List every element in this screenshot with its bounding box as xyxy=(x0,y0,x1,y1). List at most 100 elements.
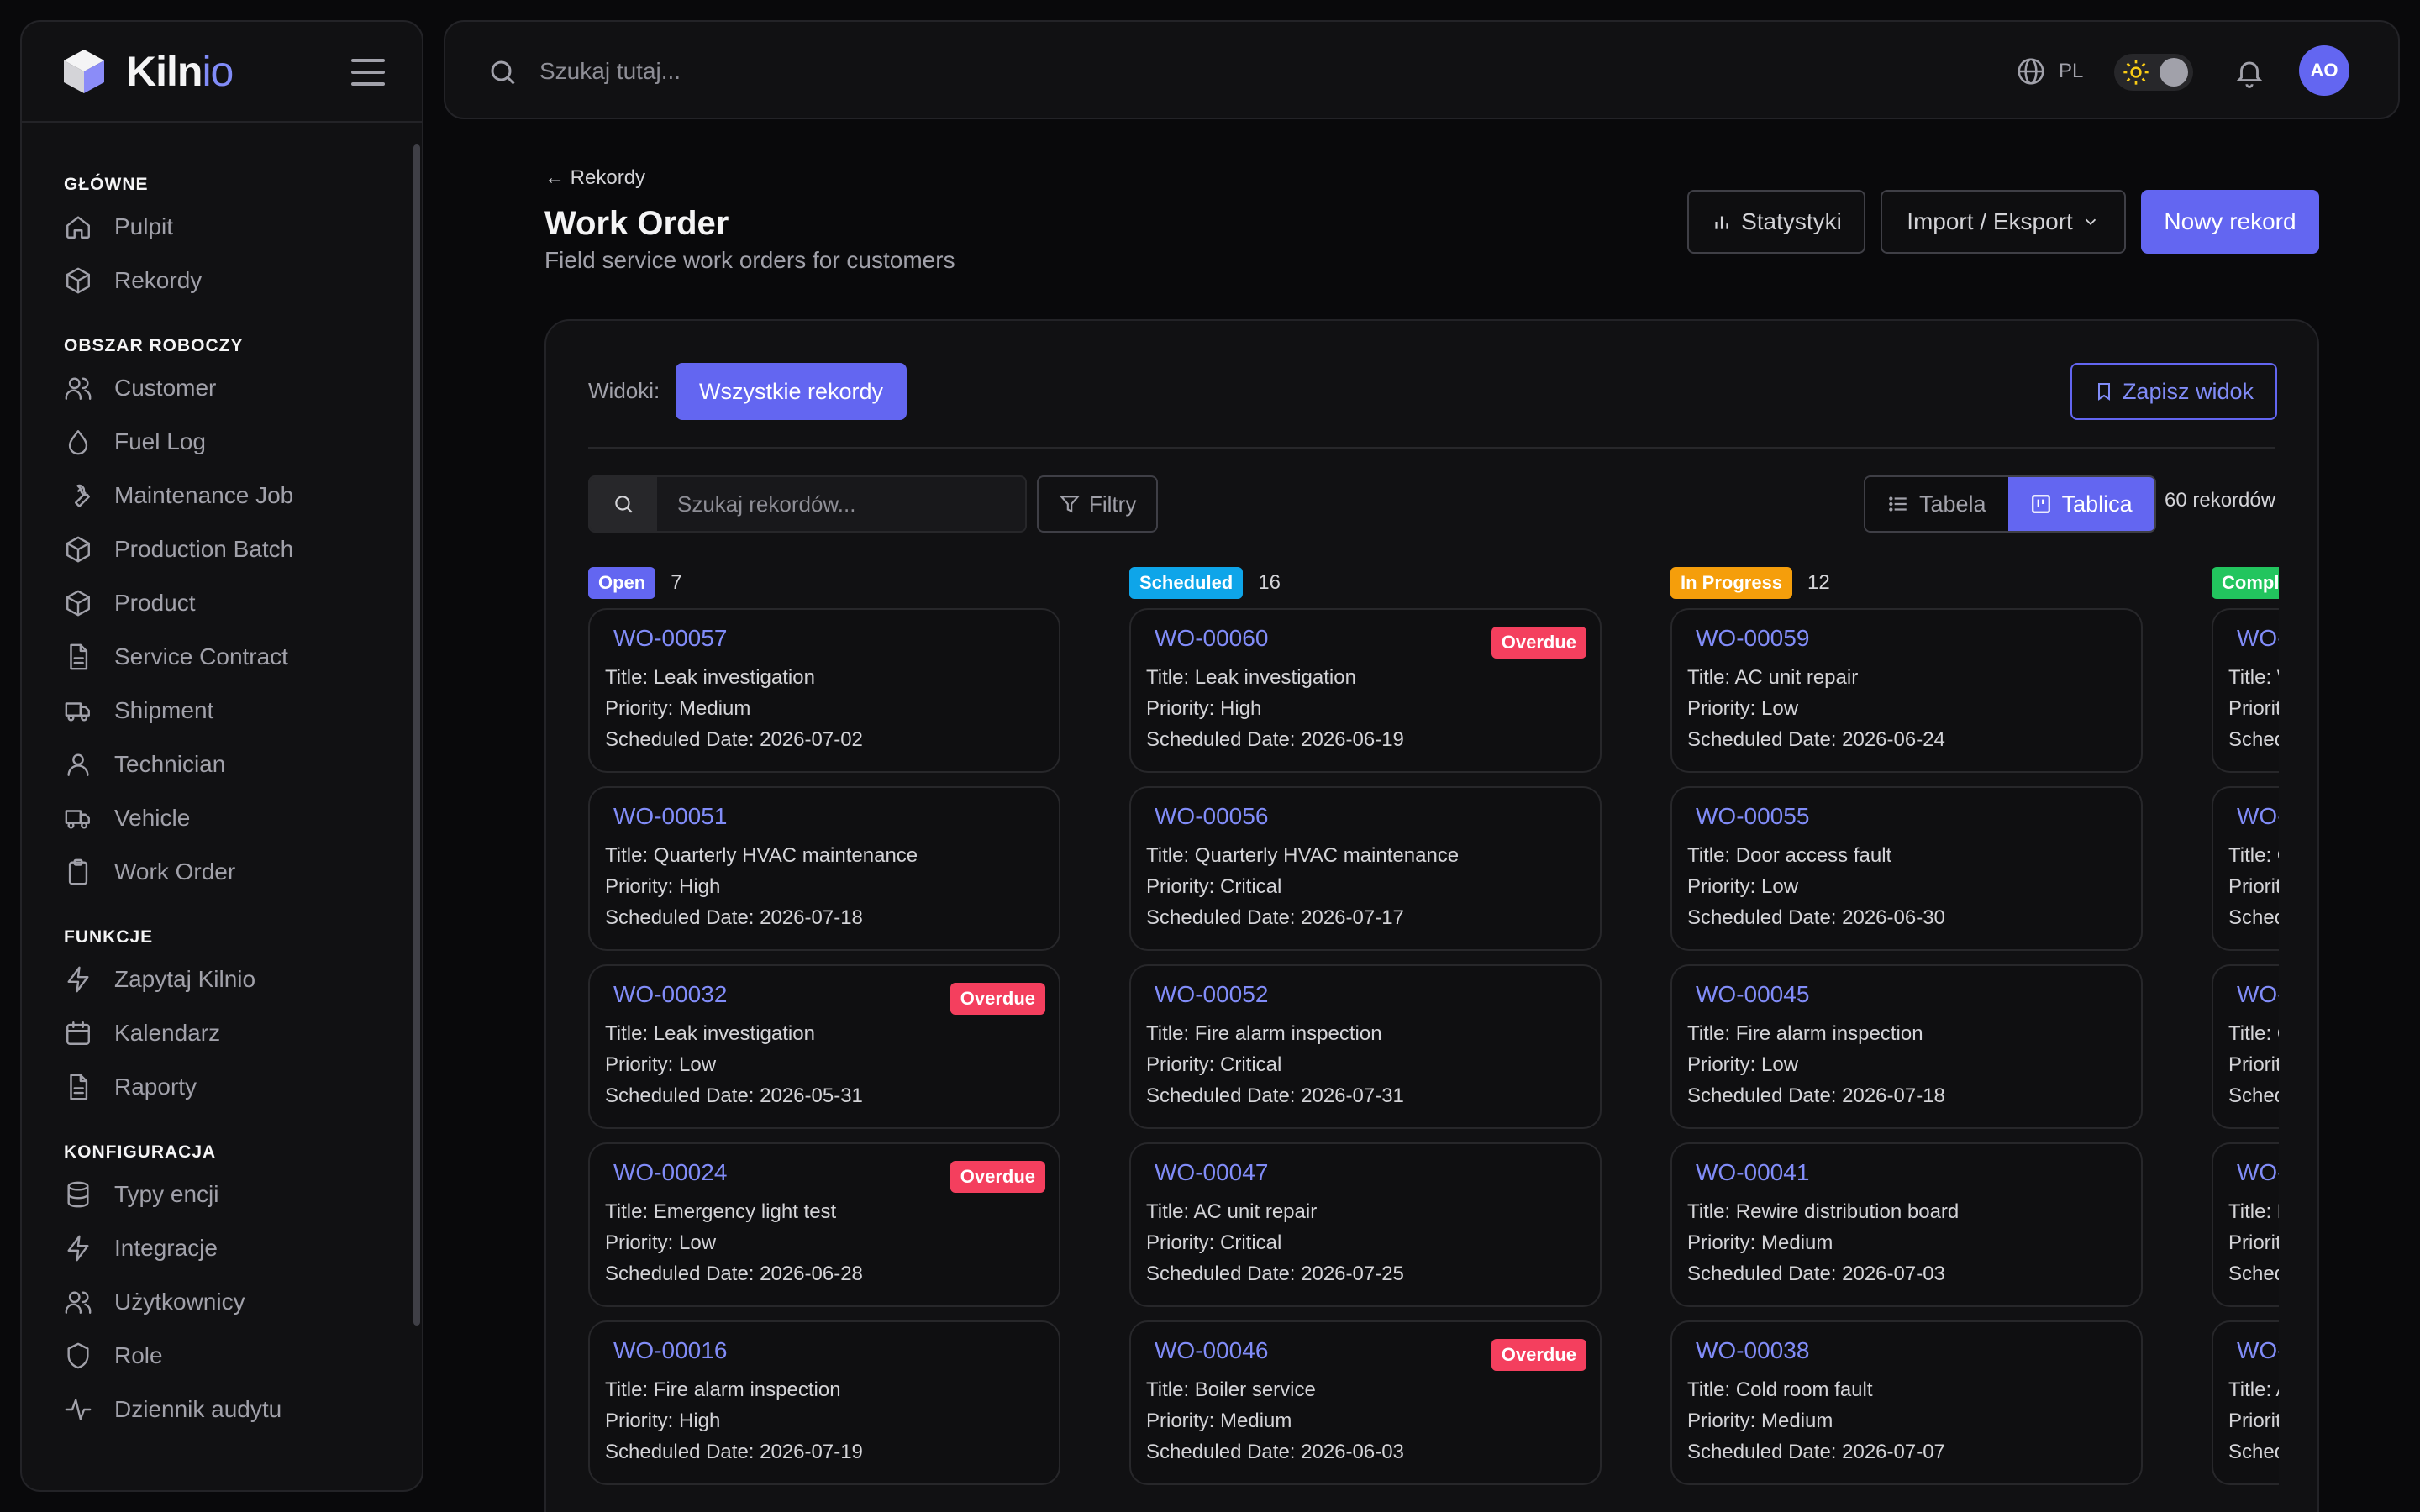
sidebar-item-maintenance-job[interactable]: Maintenance Job xyxy=(22,469,422,522)
sidebar-scrollbar[interactable] xyxy=(413,144,420,1326)
record-id-link[interactable]: WO-00054 xyxy=(2237,803,2279,840)
sidebar-item-typy-encji[interactable]: Typy encji xyxy=(22,1168,422,1221)
hamburger-menu-icon[interactable] xyxy=(351,59,385,86)
box-icon xyxy=(66,536,90,563)
card-priority: Priority: Low xyxy=(605,1053,717,1076)
record-card[interactable]: WO-00059 Title: AC unit repair Priority:… xyxy=(1670,608,2143,773)
record-card[interactable]: WO-00058 Title: Water pump re Priority: … xyxy=(2212,608,2279,773)
import-export-button[interactable]: Import / Eksport xyxy=(1881,190,2126,254)
new-record-button[interactable]: Nowy rekord xyxy=(2141,190,2319,254)
record-card[interactable]: WO-00050 Title: Door access fa Priority:… xyxy=(2212,1142,2279,1307)
record-id-link[interactable]: WO-00053 xyxy=(2237,981,2279,1018)
filters-button[interactable]: Filtry xyxy=(1037,475,1159,533)
record-card[interactable]: WO-00045 Title: Fire alarm inspection Pr… xyxy=(1670,964,2143,1129)
board-view-tab[interactable]: Tablica xyxy=(2007,477,2154,531)
record-card[interactable]: WO-00024 Title: Emergency light test Pri… xyxy=(588,1142,1060,1307)
record-card[interactable]: WO-00038 Title: Cold room fault Priority… xyxy=(1670,1320,2143,1485)
board-column: In Progress 12 WO-00059 Title: AC unit r… xyxy=(1670,558,2143,1499)
record-id-link[interactable]: WO-00051 xyxy=(613,803,1059,840)
card-priority: Priority: High xyxy=(2228,697,2279,720)
record-card[interactable]: WO-00060 Title: Leak investigation Prior… xyxy=(1129,608,1602,773)
sidebar-item-label: Product xyxy=(114,590,196,616)
record-card[interactable]: WO-00051 Title: Quarterly HVAC maintenan… xyxy=(588,786,1060,951)
record-id-link[interactable]: WO-00055 xyxy=(1696,803,2141,840)
sidebar-item-fuel-log[interactable]: Fuel Log xyxy=(22,415,422,469)
search-icon xyxy=(615,496,633,513)
record-card[interactable]: WO-00052 Title: Fire alarm inspection Pr… xyxy=(1129,964,1602,1129)
record-id-link[interactable]: WO-00016 xyxy=(613,1337,1059,1374)
sidebar-item-pulpit[interactable]: Pulpit xyxy=(22,200,422,254)
record-card[interactable]: WO-00016 Title: Fire alarm inspection Pr… xyxy=(588,1320,1060,1485)
sidebar-item-kalendarz[interactable]: Kalendarz xyxy=(22,1006,422,1060)
bell-icon[interactable] xyxy=(2233,55,2265,89)
record-id-link[interactable]: WO-00057 xyxy=(613,625,1059,662)
record-card[interactable]: WO-00032 Title: Leak investigation Prior… xyxy=(588,964,1060,1129)
card-priority: Priority: Medium xyxy=(2228,1410,2279,1432)
sidebar-item-service-contract[interactable]: Service Contract xyxy=(22,630,422,684)
sidebar-item-vehicle[interactable]: Vehicle xyxy=(22,791,422,845)
sidebar-item-rekordy[interactable]: Rekordy xyxy=(22,254,422,307)
bar-chart-icon xyxy=(1715,216,1728,229)
page-title: Work Order xyxy=(544,205,729,242)
record-id-link[interactable]: WO-00045 xyxy=(1696,981,2141,1018)
record-search-input[interactable] xyxy=(657,477,1025,531)
record-card[interactable]: WO-00054 Title: Cold room faul Priority:… xyxy=(2212,786,2279,951)
record-id-link[interactable]: WO-00059 xyxy=(1696,625,2141,662)
breadcrumb-back-link[interactable]: ← Rekordy xyxy=(544,166,645,190)
card-priority: Priority: Low xyxy=(1687,875,1799,898)
record-id-link[interactable]: WO-00058 xyxy=(2237,625,2279,662)
sidebar-item-integracje[interactable]: Integracje xyxy=(22,1221,422,1275)
box-icon xyxy=(66,590,90,617)
sidebar-item-shipment[interactable]: Shipment xyxy=(22,684,422,738)
status-badge: Scheduled xyxy=(1129,567,1244,599)
sidebar-item-label: Dziennik audytu xyxy=(114,1396,282,1422)
record-id-link[interactable]: WO-00041 xyxy=(1696,1159,2141,1196)
record-id-link[interactable]: WO-00047 xyxy=(1155,1159,1600,1196)
record-card[interactable]: WO-00041 Title: Rewire distribution boar… xyxy=(1670,1142,2143,1307)
sidebar-item-product[interactable]: Product xyxy=(22,576,422,630)
record-search xyxy=(588,475,1027,533)
record-id-link[interactable]: WO-00056 xyxy=(1155,803,1600,840)
sidebar-item-u-ytkownicy[interactable]: Użytkownicy xyxy=(22,1275,422,1329)
sidebar-item-role[interactable]: Role xyxy=(22,1329,422,1383)
statistics-button[interactable]: Statystyki xyxy=(1687,190,1865,254)
record-id-link[interactable]: WO-00050 xyxy=(2237,1159,2279,1196)
table-view-tab[interactable]: Tabela xyxy=(1865,477,2008,531)
sidebar-item-dziennik-audytu[interactable]: Dziennik audytu xyxy=(22,1383,422,1436)
nav-section-title: KONFIGURACJA xyxy=(64,1142,217,1162)
record-card[interactable]: WO-00049 Title: AC unit repair Priority:… xyxy=(2212,1320,2279,1485)
record-card[interactable]: WO-00053 Title: Cold room faul Priority:… xyxy=(2212,964,2279,1129)
sidebar-item-label: Zapytaj Kilnio xyxy=(114,966,256,992)
record-card[interactable]: WO-00046 Title: Boiler service Priority:… xyxy=(1129,1320,1602,1485)
record-card[interactable]: WO-00047 Title: AC unit repair Priority:… xyxy=(1129,1142,1602,1307)
droplet-icon xyxy=(68,430,88,455)
card-scheduled-date: Scheduled Date: 2026-06-30 xyxy=(1687,906,1945,929)
record-card[interactable]: WO-00057 Title: Leak investigation Prior… xyxy=(588,608,1060,773)
language-switcher[interactable]: PL xyxy=(2015,55,2083,87)
record-card[interactable]: WO-00056 Title: Quarterly HVAC maintenan… xyxy=(1129,786,1602,951)
card-priority: Priority: Medium xyxy=(605,697,751,720)
sidebar-item-technician[interactable]: Technician xyxy=(22,738,422,791)
column-count: 16 xyxy=(1258,571,1281,594)
avatar[interactable]: AO xyxy=(2299,45,2349,96)
theme-toggle[interactable] xyxy=(2114,54,2193,91)
sidebar-item-zapytaj-kilnio[interactable]: Zapytaj Kilnio xyxy=(22,953,422,1006)
save-view-button[interactable]: Zapisz widok xyxy=(2070,363,2277,420)
card-scheduled-date: Scheduled Date: 2026-07-17 xyxy=(1146,906,1404,929)
record-id-link[interactable]: WO-00038 xyxy=(1696,1337,2141,1374)
view-all-records-chip[interactable]: Wszystkie rekordy xyxy=(676,363,908,420)
sidebar-item-production-batch[interactable]: Production Batch xyxy=(22,522,422,576)
sidebar-item-raporty[interactable]: Raporty xyxy=(22,1060,422,1114)
record-id-link[interactable]: WO-00049 xyxy=(2237,1337,2279,1374)
sidebar-item-customer[interactable]: Customer xyxy=(22,361,422,415)
global-search-input[interactable] xyxy=(539,50,1296,92)
card-title: Title: Leak investigation xyxy=(605,1022,815,1045)
record-card[interactable]: WO-00055 Title: Door access fault Priori… xyxy=(1670,786,2143,951)
record-id-link[interactable]: WO-00052 xyxy=(1155,981,1600,1018)
sidebar-item-work-order[interactable]: Work Order xyxy=(22,845,422,899)
card-scheduled-date: Scheduled Date: 2026-07-19 xyxy=(605,1441,863,1463)
user-icon xyxy=(67,753,89,776)
card-title: Title: Boiler service xyxy=(1146,1378,1316,1401)
document-icon xyxy=(70,643,88,670)
card-scheduled-date: Scheduled Date: 2026-07-18 xyxy=(605,906,863,929)
